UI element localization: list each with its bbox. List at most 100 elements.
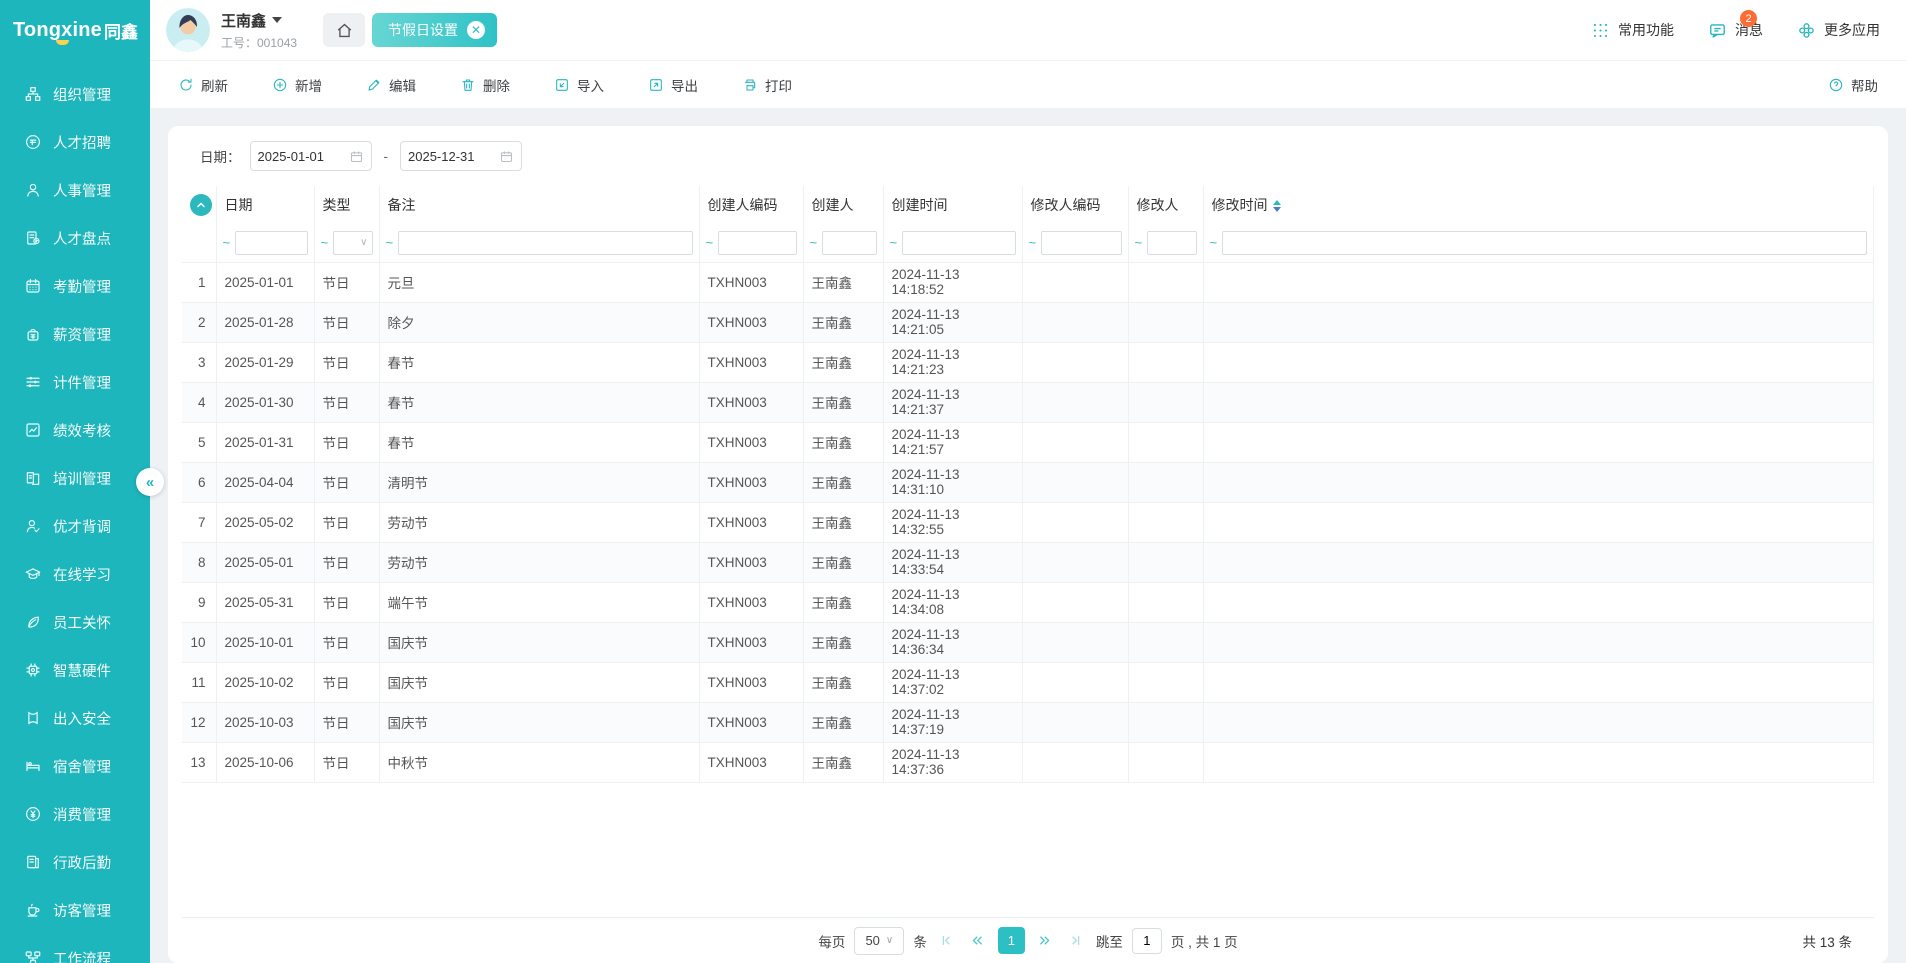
help-button[interactable]: 帮助 bbox=[1828, 75, 1878, 95]
table-row[interactable]: 52025-01-31节日春节TXHN003王南鑫2024-11-13 14:2… bbox=[182, 422, 1874, 462]
filter-operator[interactable]: ~ bbox=[1029, 235, 1037, 250]
quick-functions-button[interactable]: 常用功能 bbox=[1591, 20, 1674, 40]
sidebar-item-inventory[interactable]: 人才盘点 bbox=[0, 214, 150, 262]
sidebar-item-workflow[interactable]: 工作流程 bbox=[0, 934, 150, 963]
sort-icon[interactable] bbox=[1273, 200, 1281, 212]
filter-input-date[interactable] bbox=[235, 231, 307, 255]
trash-button[interactable]: 删除 bbox=[460, 75, 510, 95]
table-row[interactable]: 32025-01-29节日春节TXHN003王南鑫2024-11-13 14:2… bbox=[182, 342, 1874, 382]
more-apps-button[interactable]: 更多应用 bbox=[1797, 20, 1880, 40]
sidebar-item-care[interactable]: 员工关怀 bbox=[0, 598, 150, 646]
tab-holiday-settings[interactable]: 节假日设置 ✕ bbox=[372, 13, 497, 47]
filter-operator[interactable]: ~ bbox=[706, 235, 714, 250]
tab-close-icon[interactable]: ✕ bbox=[467, 21, 485, 39]
page-number-button[interactable]: 1 bbox=[998, 927, 1025, 954]
filter-cell-modifier: ~ bbox=[1128, 224, 1203, 262]
filter-cell-modifier_code: ~ bbox=[1022, 224, 1128, 262]
filter-operator[interactable]: ~ bbox=[223, 235, 231, 250]
date-to-input[interactable] bbox=[408, 149, 490, 164]
sidebar-item-backcheck[interactable]: 优才背调 bbox=[0, 502, 150, 550]
table-row[interactable]: 42025-01-30节日春节TXHN003王南鑫2024-11-13 14:2… bbox=[182, 382, 1874, 422]
filter-input-note[interactable] bbox=[398, 231, 692, 255]
filter-operator[interactable]: ~ bbox=[1135, 235, 1143, 250]
filter-operator[interactable]: ~ bbox=[1210, 235, 1218, 250]
sidebar-item-salary[interactable]: 薪资管理 bbox=[0, 310, 150, 358]
date-from-field[interactable] bbox=[250, 141, 372, 171]
table-row[interactable]: 82025-05-01节日劳动节TXHN003王南鑫2024-11-13 14:… bbox=[182, 542, 1874, 582]
filter-operator[interactable]: ~ bbox=[810, 235, 818, 250]
edit-button[interactable]: 编辑 bbox=[366, 75, 416, 95]
filter-operator[interactable]: ~ bbox=[890, 235, 898, 250]
sidebar-item-hardware[interactable]: 智慧硬件 bbox=[0, 646, 150, 694]
table-row[interactable]: 62025-04-04节日清明节TXHN003王南鑫2024-11-13 14:… bbox=[182, 462, 1874, 502]
cell-creator_code: TXHN003 bbox=[699, 622, 803, 662]
plus-circle-button[interactable]: 新增 bbox=[272, 75, 322, 95]
user-name[interactable]: 王南鑫 bbox=[221, 10, 297, 31]
cell-modified_at bbox=[1203, 662, 1874, 702]
avatar[interactable] bbox=[166, 8, 210, 52]
cell-creator: 王南鑫 bbox=[803, 662, 883, 702]
filter-input-creator[interactable] bbox=[822, 231, 876, 255]
sidebar-item-chart[interactable]: 绩效考核 bbox=[0, 406, 150, 454]
refresh-button[interactable]: 刷新 bbox=[178, 75, 228, 95]
chevron-down-icon: ∨ bbox=[886, 935, 893, 946]
sidebar-item-visitor[interactable]: 访客管理 bbox=[0, 886, 150, 934]
recruit-icon bbox=[24, 133, 42, 151]
messages-button[interactable]: 消息 2 bbox=[1708, 20, 1763, 40]
table-row[interactable]: 12025-01-01节日元旦TXHN003王南鑫2024-11-13 14:1… bbox=[182, 262, 1874, 302]
column-header-creator: 创建人 bbox=[803, 186, 883, 224]
cell-modifier bbox=[1128, 702, 1203, 742]
filter-select-type[interactable]: ∨ bbox=[333, 231, 372, 255]
sidebar-item-access[interactable]: 出入安全 bbox=[0, 694, 150, 742]
sidebar-item-calendar[interactable]: 考勤管理 bbox=[0, 262, 150, 310]
next-page-button[interactable] bbox=[1034, 928, 1056, 954]
cell-creator: 王南鑫 bbox=[803, 382, 883, 422]
last-page-button[interactable] bbox=[1065, 928, 1087, 954]
cell-modifier bbox=[1128, 742, 1203, 782]
column-header-date: 日期 bbox=[216, 186, 314, 224]
cell-modified_at bbox=[1203, 302, 1874, 342]
sidebar-item-admin[interactable]: 行政后勤 bbox=[0, 838, 150, 886]
sidebar-item-person[interactable]: 人事管理 bbox=[0, 166, 150, 214]
sidebar-item-consume[interactable]: 消费管理 bbox=[0, 790, 150, 838]
date-from-input[interactable] bbox=[258, 149, 340, 164]
sidebar-item-recruit[interactable]: 人才招聘 bbox=[0, 118, 150, 166]
first-page-button[interactable] bbox=[936, 928, 958, 954]
cell-rownum: 13 bbox=[182, 742, 216, 782]
filter-operator[interactable]: ~ bbox=[321, 235, 329, 250]
import-button[interactable]: 导入 bbox=[554, 75, 604, 95]
filter-input-modified_at[interactable] bbox=[1222, 231, 1867, 255]
export-button[interactable]: 导出 bbox=[648, 75, 698, 95]
sidebar: Tongxine 同鑫 组织管理人才招聘人事管理人才盘点考勤管理薪资管理计件管理… bbox=[0, 0, 150, 963]
filter-operator[interactable]: ~ bbox=[386, 235, 394, 250]
date-to-field[interactable] bbox=[400, 141, 522, 171]
filter-input-modifier_code[interactable] bbox=[1041, 231, 1121, 255]
home-button[interactable] bbox=[323, 13, 365, 47]
table-row[interactable]: 72025-05-02节日劳动节TXHN003王南鑫2024-11-13 14:… bbox=[182, 502, 1874, 542]
filter-input-modifier[interactable] bbox=[1147, 231, 1196, 255]
prev-page-button[interactable] bbox=[967, 928, 989, 954]
filter-input-creator_code[interactable] bbox=[718, 231, 796, 255]
table-row[interactable]: 132025-10-06节日中秋节TXHN003王南鑫2024-11-13 14… bbox=[182, 742, 1874, 782]
table-row[interactable]: 122025-10-03节日国庆节TXHN003王南鑫2024-11-13 14… bbox=[182, 702, 1874, 742]
sidebar-item-dorm[interactable]: 宿舍管理 bbox=[0, 742, 150, 790]
table-row[interactable]: 102025-10-01节日国庆节TXHN003王南鑫2024-11-13 14… bbox=[182, 622, 1874, 662]
sidebar-item-study[interactable]: 在线学习 bbox=[0, 550, 150, 598]
cell-modified_at bbox=[1203, 502, 1874, 542]
sidebar-item-org[interactable]: 组织管理 bbox=[0, 70, 150, 118]
table-row[interactable]: 22025-01-28节日除夕TXHN003王南鑫2024-11-13 14:2… bbox=[182, 302, 1874, 342]
sidebar-collapse-button[interactable]: « bbox=[136, 468, 164, 496]
jump-page-input[interactable] bbox=[1132, 928, 1162, 954]
sidebar-item-training[interactable]: 培训管理 bbox=[0, 454, 150, 502]
collapse-all-button[interactable] bbox=[190, 194, 212, 216]
filter-input-created_at[interactable] bbox=[902, 231, 1015, 255]
column-header-modified_at[interactable]: 修改时间 bbox=[1203, 186, 1874, 224]
print-button[interactable]: 打印 bbox=[742, 75, 792, 95]
table-row[interactable]: 92025-05-31节日端午节TXHN003王南鑫2024-11-13 14:… bbox=[182, 582, 1874, 622]
per-page-select[interactable]: 50 ∨ bbox=[854, 927, 904, 955]
table-row[interactable]: 112025-10-02节日国庆节TXHN003王南鑫2024-11-13 14… bbox=[182, 662, 1874, 702]
brand-logo-en: Tongxine bbox=[13, 19, 102, 42]
cell-modifier_code bbox=[1022, 262, 1128, 302]
sidebar-item-label: 培训管理 bbox=[53, 468, 111, 489]
sidebar-item-sliders[interactable]: 计件管理 bbox=[0, 358, 150, 406]
